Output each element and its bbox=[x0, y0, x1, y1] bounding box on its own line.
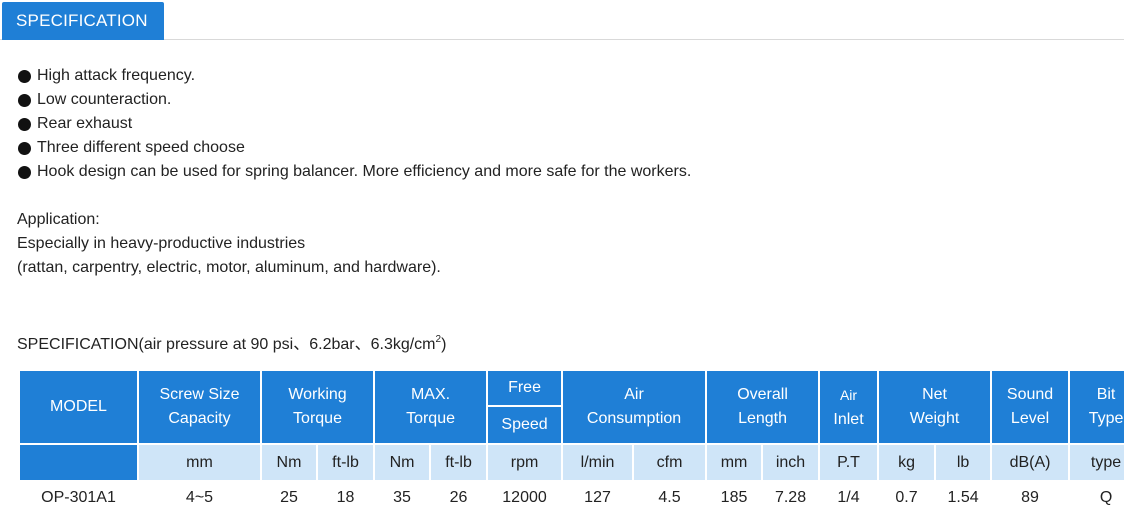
application-section: Application: Especially in heavy-product… bbox=[17, 208, 441, 280]
bullet-icon bbox=[18, 69, 31, 83]
header-text: Type bbox=[1088, 410, 1124, 427]
unit-cell: ft-lb bbox=[429, 443, 489, 482]
header-bit-type: Bit Type bbox=[1068, 369, 1124, 445]
tab-bar: SPECIFICATION bbox=[0, 0, 1124, 40]
value-cell: 1/4 bbox=[818, 480, 880, 511]
unit-cell: Nm bbox=[260, 443, 318, 482]
value-cell: 0.7 bbox=[877, 480, 937, 511]
bullet-icon bbox=[18, 117, 31, 131]
header-text: Length bbox=[738, 410, 787, 427]
header-text: Air bbox=[624, 386, 644, 403]
value-cell: 4.5 bbox=[632, 480, 708, 511]
unit-cell: inch bbox=[761, 443, 821, 482]
spec-heading-suffix: ) bbox=[441, 336, 447, 353]
bullet-icon bbox=[18, 165, 31, 179]
table-row: OP-301A1 4~5 25 18 35 26 12000 127 4.5 1… bbox=[18, 480, 1124, 511]
value-cell: 4~5 bbox=[137, 480, 262, 511]
feature-item: Hook design can be used for spring balan… bbox=[18, 160, 691, 184]
header-text: Overall bbox=[737, 386, 788, 403]
feature-item: High attack frequency. bbox=[18, 64, 691, 88]
header-text: Air bbox=[839, 386, 858, 403]
unit-cell: dB(A) bbox=[990, 443, 1071, 482]
value-cell: 1.54 bbox=[934, 480, 993, 511]
specification-table: MODEL Screw Size Capacity Working Torque M… bbox=[18, 369, 1124, 511]
header-text: MAX. bbox=[410, 386, 451, 403]
feature-text: Three different speed choose bbox=[37, 139, 245, 156]
value-cell: 25 bbox=[260, 480, 318, 511]
unit-cell: cfm bbox=[632, 443, 708, 482]
header-free: Free bbox=[486, 369, 564, 407]
header-text: Torque bbox=[406, 410, 455, 427]
value-cell: 127 bbox=[561, 480, 635, 511]
header-text: Inlet bbox=[833, 410, 864, 428]
value-cell: 89 bbox=[990, 480, 1071, 511]
value-cell: 35 bbox=[373, 480, 432, 511]
header-air-consumption: Air Consumption bbox=[561, 369, 708, 445]
header-text: Consumption bbox=[586, 410, 682, 427]
unit-cell: lb bbox=[934, 443, 993, 482]
tab-specification[interactable]: SPECIFICATION bbox=[2, 2, 164, 40]
header-text: Bit bbox=[1096, 386, 1116, 403]
value-cell: 18 bbox=[315, 480, 376, 511]
bullet-icon bbox=[18, 93, 31, 107]
unit-cell: Nm bbox=[373, 443, 432, 482]
bullet-icon bbox=[18, 141, 31, 155]
header-text: Weight bbox=[909, 410, 960, 427]
value-cell: 26 bbox=[429, 480, 489, 511]
unit-cell: ft-lb bbox=[315, 443, 376, 482]
header-text: Working bbox=[288, 386, 347, 403]
value-cell: 12000 bbox=[486, 480, 564, 511]
feature-list: High attack frequency. Low counteraction… bbox=[18, 64, 691, 184]
feature-item: Low counteraction. bbox=[18, 88, 691, 112]
header-model: MODEL bbox=[18, 369, 139, 445]
header-working-torque: Working Torque bbox=[259, 369, 376, 445]
header-max-torque: MAX. Torque bbox=[373, 369, 489, 445]
unit-cell: l/min bbox=[561, 443, 635, 482]
header-model-continued bbox=[18, 443, 139, 482]
application-heading: Application: bbox=[17, 211, 100, 228]
header-speed: Speed bbox=[486, 405, 564, 445]
feature-text: Hook design can be used for spring balan… bbox=[37, 163, 692, 180]
unit-cell: kg bbox=[877, 443, 937, 482]
header-net-weight: Net Weight bbox=[877, 369, 993, 445]
feature-item: Rear exhaust bbox=[18, 112, 691, 136]
header-text: Net bbox=[922, 386, 947, 403]
header-text: Level bbox=[1010, 410, 1050, 427]
feature-text: Low counteraction. bbox=[37, 91, 172, 108]
unit-cell: type bbox=[1068, 443, 1124, 482]
header-text: Screw Size bbox=[159, 386, 240, 403]
bit-type-cell: Q bbox=[1068, 480, 1124, 511]
feature-text: Rear exhaust bbox=[37, 115, 133, 132]
header-air-inlet: Air Inlet bbox=[818, 369, 880, 445]
spec-heading: SPECIFICATION(air pressure at 90 psi、6.2… bbox=[17, 328, 446, 357]
value-cell: 185 bbox=[705, 480, 764, 511]
header-text: Torque bbox=[293, 410, 342, 427]
application-line: (rattan, carpentry, electric, motor, alu… bbox=[17, 259, 441, 276]
header-text: Capacity bbox=[168, 410, 231, 427]
feature-text: High attack frequency. bbox=[37, 67, 196, 84]
header-overall-length: Overall Length bbox=[705, 369, 821, 445]
header-text: Sound bbox=[1006, 386, 1054, 403]
header-screw-size: Screw Size Capacity bbox=[137, 369, 262, 445]
unit-cell: P.T bbox=[818, 443, 880, 482]
unit-cell: mm bbox=[705, 443, 764, 482]
application-line: Especially in heavy-productive industrie… bbox=[17, 235, 306, 252]
unit-cell: mm bbox=[137, 443, 262, 482]
header-sound-level: Sound Level bbox=[990, 369, 1071, 445]
spec-heading-text: SPECIFICATION(air pressure at 90 psi、6.2… bbox=[17, 336, 436, 353]
unit-cell: rpm bbox=[486, 443, 564, 482]
value-cell: 7.28 bbox=[761, 480, 821, 511]
feature-item: Three different speed choose bbox=[18, 136, 691, 160]
model-cell: OP-301A1 bbox=[18, 480, 139, 511]
